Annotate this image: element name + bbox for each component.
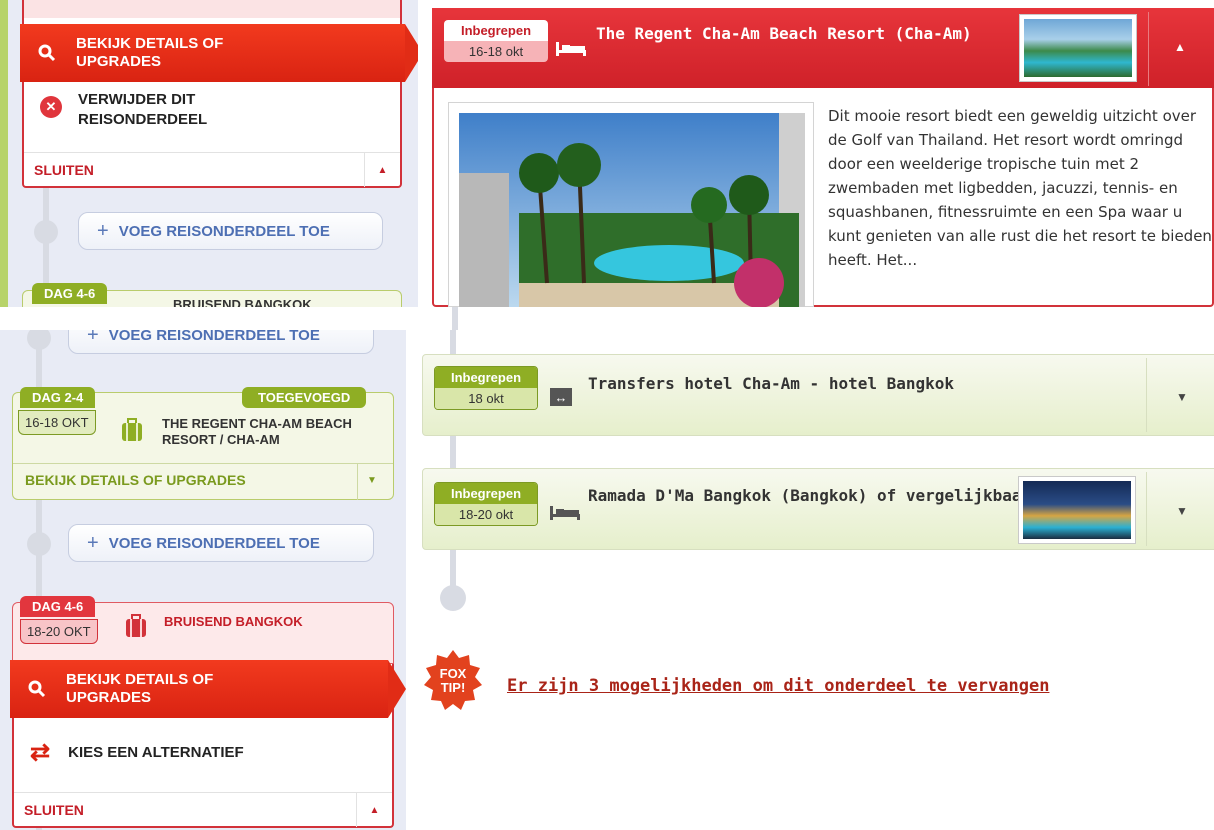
add-item-label: VOEG REISONDERDEEL TOE [108, 534, 320, 552]
details-upgrades-button[interactable]: BEKIJK DETAILS OF UPGRADES [20, 24, 418, 82]
included-tag: Inbegrepen 18-20 okt [434, 482, 538, 526]
timeline-dot [440, 585, 466, 611]
details-upgrades-button[interactable]: BEKIJK DETAILS OF UPGRADES [10, 660, 406, 718]
transfer-icon: ↔ [550, 388, 572, 406]
expand-caret-icon[interactable]: ▼ [1176, 504, 1188, 518]
details-banner-label: BEKIJK DETAILS OF UPGRADES [66, 671, 214, 706]
close-label: SLUITEN [34, 161, 94, 178]
divider [0, 307, 1214, 330]
dag-tab: DAG 4-6 [20, 596, 96, 617]
bed-icon [556, 42, 586, 56]
add-item-button-top[interactable]: + VOEG REISONDERDEEL TOE [68, 330, 374, 354]
search-icon [28, 680, 46, 698]
hotel-detail-top: Inbegrepen 16-18 okt The Regent Cha-Am B… [418, 0, 1214, 307]
suitcase-icon [126, 614, 146, 637]
add-item-label: VOEG REISONDERDEEL TOE [118, 222, 330, 240]
search-icon [38, 44, 56, 62]
included-tag: Inbegrepen 16-18 okt [444, 20, 548, 62]
item-title: BRUISEND BANGKOK [164, 614, 303, 629]
hotel-title: The Regent Cha-Am Beach Resort (Cha-Am) [596, 24, 972, 43]
next-dag-tab: DAG 4-6 [32, 283, 108, 304]
itinerary-sidebar-top: ✕ VERWIJDER DIT REISONDERDEEL SLUITEN ▲ … [0, 0, 418, 307]
added-badge: TOEGEVOEGD [242, 387, 367, 408]
resort-photo-image [459, 113, 805, 307]
hotel-photo [448, 102, 814, 307]
date-box: 16-18 OKT [18, 410, 96, 435]
expand-caret-icon[interactable]: ▼ [367, 475, 377, 486]
hotel-title: Ramada D'Ma Bangkok (Bangkok) of vergeli… [588, 486, 1032, 505]
close-row[interactable]: SLUITEN ▲ [24, 152, 400, 187]
next-item-title: BRUISEND BANGKOK [173, 297, 312, 307]
included-tag: Inbegrepen 18 okt [434, 366, 538, 410]
alternatives-link[interactable]: Er zijn 3 mogelijkheden om dit onderdeel… [507, 676, 1049, 696]
hotel-description: Dit mooie resort biedt een geweldig uitz… [828, 107, 1212, 269]
alternative-label: KIES EEN ALTERNATIEF [68, 744, 244, 761]
hotel-thumbnail[interactable] [1019, 14, 1137, 82]
remove-item-action[interactable]: ✕ VERWIJDER DIT REISONDERDEEL [40, 90, 248, 130]
collapse-caret-icon[interactable]: ▲ [364, 153, 400, 187]
date-box: 18-20 OKT [20, 619, 98, 644]
close-row[interactable]: SLUITEN ▲ [14, 792, 392, 827]
bed-icon [550, 506, 580, 520]
plus-icon: + [97, 219, 109, 242]
plus-icon: + [87, 531, 99, 554]
collapse-caret-icon[interactable]: ▲ [1174, 40, 1186, 54]
add-item-button-mid[interactable]: + VOEG REISONDERDEEL TOE [68, 524, 374, 562]
collapse-caret-icon[interactable]: ▲ [356, 793, 392, 827]
item-title: THE REGENT CHA-AM BEACH RESORT / CHA-AM [162, 416, 352, 447]
suitcase-icon [122, 418, 142, 441]
add-item-label: VOEG REISONDERDEEL TOE [108, 330, 320, 344]
remove-label: VERWIJDER DIT REISONDERDEEL [78, 91, 208, 128]
transfer-item-card[interactable] [422, 354, 1214, 436]
details-link[interactable]: BEKIJK DETAILS OF UPGRADES [25, 472, 246, 488]
timeline-dot [34, 220, 58, 244]
details-banner-label: BEKIJK DETAILS OF UPGRADES [76, 35, 224, 70]
dag-tab: DAG 2-4 [20, 387, 96, 408]
transfer-title: Transfers hotel Cha-Am - hotel Bangkok [588, 374, 955, 393]
plus-icon: + [87, 330, 99, 346]
sidebar-edge [0, 0, 8, 307]
expand-caret-icon[interactable]: ▼ [1176, 390, 1188, 404]
fox-tip-label: FOX TIP! [439, 666, 467, 695]
remove-icon: ✕ [40, 96, 62, 118]
refresh-icon: ⇄ [30, 739, 51, 766]
hotel-thumbnail[interactable] [1018, 476, 1136, 544]
add-item-button[interactable]: + VOEG REISONDERDEEL TOE [78, 212, 383, 250]
choose-alternative-action[interactable]: ⇄ KIES EEN ALTERNATIEF [30, 738, 244, 767]
itinerary-main-bottom: Inbegrepen 18 okt ↔ Transfers hotel Cha-… [406, 330, 1214, 830]
close-label: SLUITEN [24, 801, 84, 818]
itinerary-sidebar-bottom: + VOEG REISONDERDEEL TOE BEKIJK DETAILS … [0, 330, 406, 830]
